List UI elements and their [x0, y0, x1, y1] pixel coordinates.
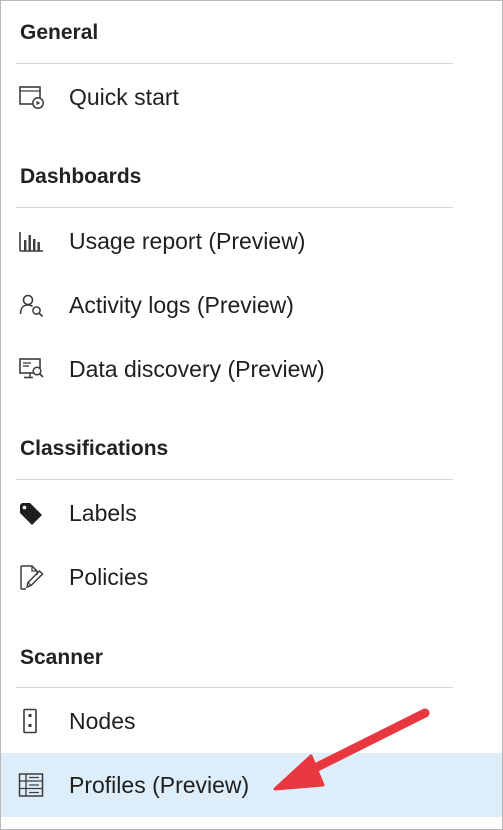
- monitor-search-icon: [17, 355, 45, 383]
- nav-item-labels[interactable]: Labels: [1, 481, 502, 545]
- nav-item-quick-start[interactable]: Quick start: [1, 65, 502, 129]
- section-title-general: General: [20, 21, 99, 44]
- nav-label-labels: Labels: [69, 500, 137, 526]
- nav-item-profiles[interactable]: Profiles (Preview): [1, 753, 502, 817]
- nav-label-usage-report: Usage report (Preview): [69, 228, 306, 254]
- nav-item-policies[interactable]: Policies: [1, 545, 502, 609]
- nav-item-nodes[interactable]: Nodes: [1, 689, 502, 753]
- profiles-list-icon: [17, 771, 45, 799]
- nav-item-activity-logs[interactable]: Activity logs (Preview): [1, 273, 502, 337]
- divider: [16, 479, 453, 480]
- nav-item-data-discovery[interactable]: Data discovery (Preview): [1, 337, 502, 401]
- nav-label-policies: Policies: [69, 564, 149, 590]
- section-title-dashboards: Dashboards: [20, 165, 142, 188]
- policy-edit-icon: [17, 563, 45, 591]
- tag-icon: [17, 499, 45, 527]
- quick-start-icon: [17, 83, 45, 111]
- nav-item-usage-report[interactable]: Usage report (Preview): [1, 209, 502, 273]
- navigation-panel: General Quick start Dashboards Usage rep…: [0, 0, 503, 830]
- divider: [16, 63, 453, 64]
- nav-label-nodes: Nodes: [69, 708, 136, 734]
- divider: [16, 687, 453, 688]
- divider: [16, 207, 453, 208]
- nav-label-data-discovery: Data discovery (Preview): [69, 356, 325, 382]
- section-title-classifications: Classifications: [20, 437, 169, 460]
- nav-label-activity-logs: Activity logs (Preview): [69, 292, 294, 318]
- nav-label-profiles: Profiles (Preview): [69, 772, 250, 798]
- bar-chart-icon: [17, 227, 45, 255]
- section-title-scanner: Scanner: [20, 646, 103, 669]
- node-device-icon: [17, 707, 45, 735]
- user-search-icon: [17, 291, 45, 319]
- nav-label-quick-start: Quick start: [69, 84, 179, 110]
